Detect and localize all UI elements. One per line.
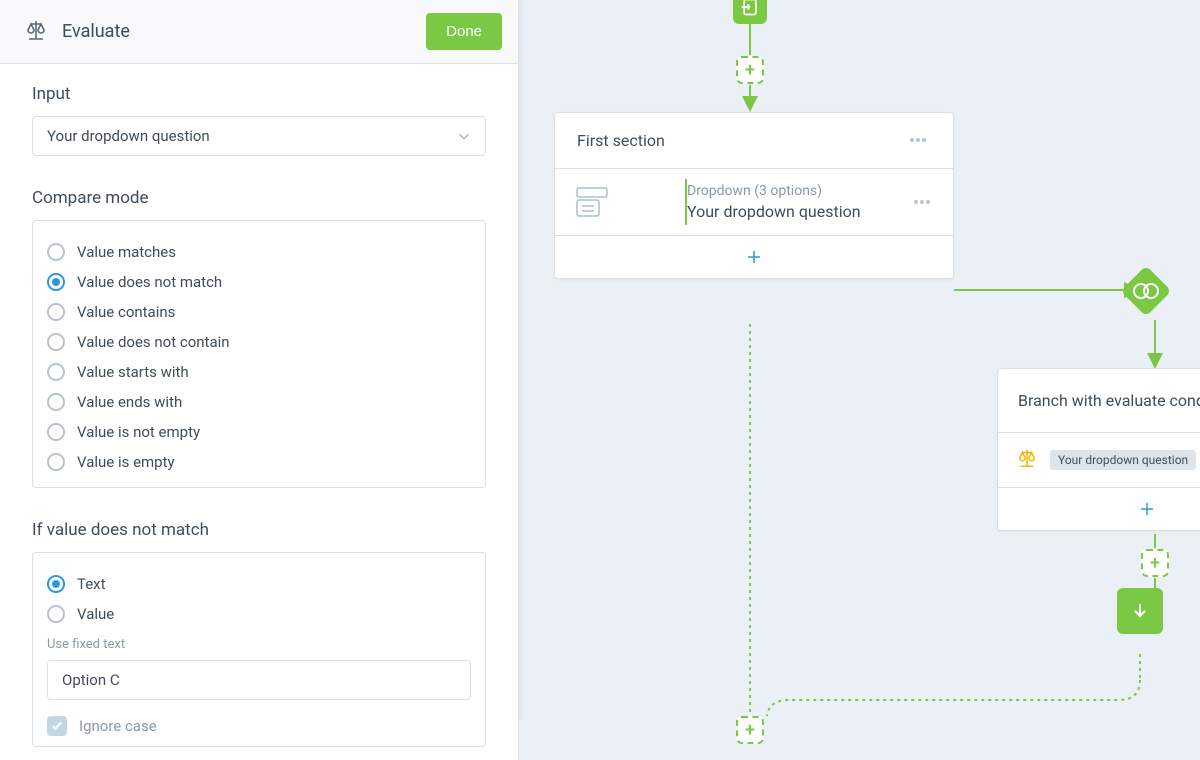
compare-option[interactable]: Value does not match bbox=[47, 267, 471, 297]
compare-option[interactable]: Value is empty bbox=[47, 447, 471, 477]
branch-card[interactable]: Branch with evaluate cond Your dropdown … bbox=[997, 368, 1200, 531]
condition-chip: Your dropdown question bbox=[1050, 450, 1196, 470]
section-card[interactable]: First section Dropdown (3 options) Your … bbox=[554, 112, 954, 279]
compare-option-label: Value does not contain bbox=[77, 333, 230, 351]
add-node-below-entry[interactable]: + bbox=[736, 56, 764, 84]
compare-option-label: Value is not empty bbox=[77, 423, 200, 441]
value-type-label: Text bbox=[77, 575, 106, 593]
input-dropdown-value: Your dropdown question bbox=[47, 127, 210, 145]
question-label: Your dropdown question bbox=[687, 202, 891, 221]
radio-icon bbox=[47, 575, 65, 593]
evaluate-diamond[interactable] bbox=[1116, 261, 1176, 321]
compare-option-label: Value starts with bbox=[77, 363, 189, 381]
radio-icon bbox=[47, 243, 65, 261]
radio-icon bbox=[47, 605, 65, 623]
compare-option[interactable]: Value matches bbox=[47, 237, 471, 267]
done-button[interactable]: Done bbox=[426, 13, 502, 50]
branch-title: Branch with evaluate cond bbox=[1018, 391, 1200, 410]
value-type-option[interactable]: Value bbox=[47, 599, 471, 629]
radio-icon bbox=[47, 453, 65, 471]
dropdown-question-icon bbox=[573, 186, 613, 218]
section-question-row[interactable]: Dropdown (3 options) Your dropdown quest… bbox=[555, 169, 953, 236]
compare-option[interactable]: Value is not empty bbox=[47, 417, 471, 447]
exit-node[interactable] bbox=[1117, 588, 1163, 634]
section-title: First section bbox=[577, 131, 665, 150]
compare-option[interactable]: Value ends with bbox=[47, 387, 471, 417]
compare-mode-group: Value matches Value does not match Value c… bbox=[32, 220, 486, 488]
compare-option-label: Value is empty bbox=[77, 453, 175, 471]
value-type-option[interactable]: Text bbox=[47, 569, 471, 599]
ignore-case-row[interactable]: Ignore case bbox=[47, 716, 471, 736]
value-type-label: Value bbox=[77, 605, 114, 623]
fixed-text-label: Use fixed text bbox=[47, 637, 471, 652]
radio-icon bbox=[47, 273, 65, 291]
chevron-down-icon bbox=[457, 129, 471, 143]
scale-icon bbox=[1016, 447, 1038, 473]
compare-option[interactable]: Value does not contain bbox=[47, 327, 471, 357]
compare-option-label: Value contains bbox=[77, 303, 175, 321]
radio-icon bbox=[47, 363, 65, 381]
radio-icon bbox=[47, 333, 65, 351]
section-add-button[interactable] bbox=[555, 236, 953, 278]
compare-option-label: Value ends with bbox=[77, 393, 182, 411]
value-type-group: Text Value Use fixed text Ignore case bbox=[32, 552, 486, 747]
panel-title: Evaluate bbox=[62, 21, 412, 42]
entry-node[interactable] bbox=[733, 0, 767, 24]
add-node-bottom[interactable]: + bbox=[736, 716, 764, 744]
ignore-case-label: Ignore case bbox=[79, 717, 157, 735]
branch-add-button[interactable] bbox=[998, 488, 1200, 530]
evaluate-panel: Evaluate Done Input Your dropdown questi… bbox=[0, 0, 519, 760]
input-label: Input bbox=[32, 84, 486, 104]
ellipsis-icon[interactable] bbox=[909, 196, 935, 209]
compare-label: Compare mode bbox=[32, 188, 486, 208]
add-node-below-branch[interactable]: + bbox=[1141, 549, 1169, 577]
fixed-text-input[interactable] bbox=[47, 660, 471, 700]
flow-canvas[interactable]: + First section Dropdown (3 options) You… bbox=[519, 0, 1200, 760]
radio-icon bbox=[47, 303, 65, 321]
radio-icon bbox=[47, 423, 65, 441]
compare-option-label: Value matches bbox=[77, 243, 176, 261]
input-dropdown[interactable]: Your dropdown question bbox=[32, 116, 486, 156]
radio-icon bbox=[47, 393, 65, 411]
ellipsis-icon[interactable] bbox=[905, 134, 931, 147]
compare-option-label: Value does not match bbox=[77, 273, 222, 291]
scale-icon bbox=[24, 18, 48, 46]
question-type: Dropdown (3 options) bbox=[687, 183, 891, 199]
if-label: If value does not match bbox=[32, 520, 486, 540]
compare-option[interactable]: Value starts with bbox=[47, 357, 471, 387]
branch-condition[interactable]: Your dropdown question ≠ O bbox=[998, 433, 1200, 488]
ignore-case-checkbox[interactable] bbox=[47, 716, 67, 736]
compare-option[interactable]: Value contains bbox=[47, 297, 471, 327]
